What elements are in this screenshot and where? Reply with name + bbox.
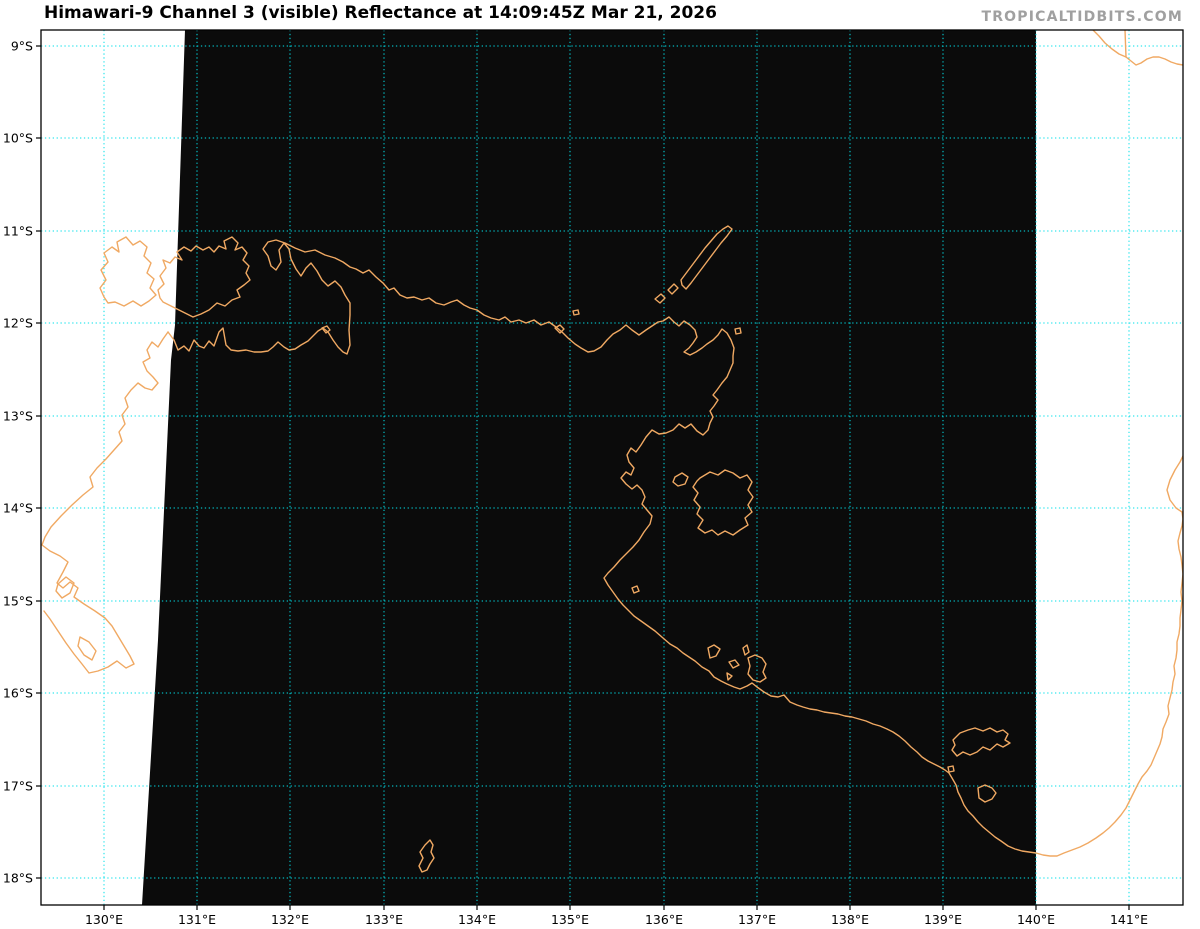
longitude-tick-label: 136°E xyxy=(645,912,683,927)
latitude-tick-label: 15°S xyxy=(3,594,33,609)
satellite-image-page: Himawari-9 Channel 3 (visible) Reflectan… xyxy=(0,0,1200,929)
longitude-tick-label: 133°E xyxy=(365,912,403,927)
satellite-swath-region xyxy=(142,30,1036,905)
latitude-tick-label: 14°S xyxy=(3,501,33,516)
kimberley-coast-coastline xyxy=(42,332,168,673)
latitude-tick-label: 13°S xyxy=(3,409,33,424)
bathurst-island-coastline xyxy=(100,237,156,306)
latitude-tick-label: 11°S xyxy=(3,224,33,239)
latitude-tick-label: 12°S xyxy=(3,316,33,331)
new-guinea-coast-coastline xyxy=(1093,30,1183,65)
longitude-tick-label: 141°E xyxy=(1110,912,1148,927)
latitude-tick-label: 9°S xyxy=(11,39,33,54)
longitude-tick-label: 139°E xyxy=(924,912,962,927)
kimberley-islet-south-coastline xyxy=(78,637,96,660)
longitude-tick-label: 134°E xyxy=(458,912,496,927)
latitude-tick-label: 16°S xyxy=(3,686,33,701)
latitude-tick-label: 18°S xyxy=(3,871,33,886)
latitude-tick-label: 10°S xyxy=(3,131,33,146)
longitude-tick-label: 137°E xyxy=(738,912,776,927)
longitude-tick-label: 130°E xyxy=(85,912,123,927)
longitude-tick-label: 140°E xyxy=(1017,912,1055,927)
latitude-tick-label: 17°S xyxy=(3,779,33,794)
longitude-tick-label: 131°E xyxy=(178,912,216,927)
satellite-map: 130°E 131°E 132°E 133°E 134°E 135°E 136°E 137°E… xyxy=(0,0,1200,929)
longitude-tick-label: 132°E xyxy=(271,912,309,927)
longitude-tick-label: 135°E xyxy=(551,912,589,927)
longitude-tick-label: 138°E xyxy=(831,912,869,927)
new-guinea-border-line-coastline xyxy=(1125,30,1126,57)
